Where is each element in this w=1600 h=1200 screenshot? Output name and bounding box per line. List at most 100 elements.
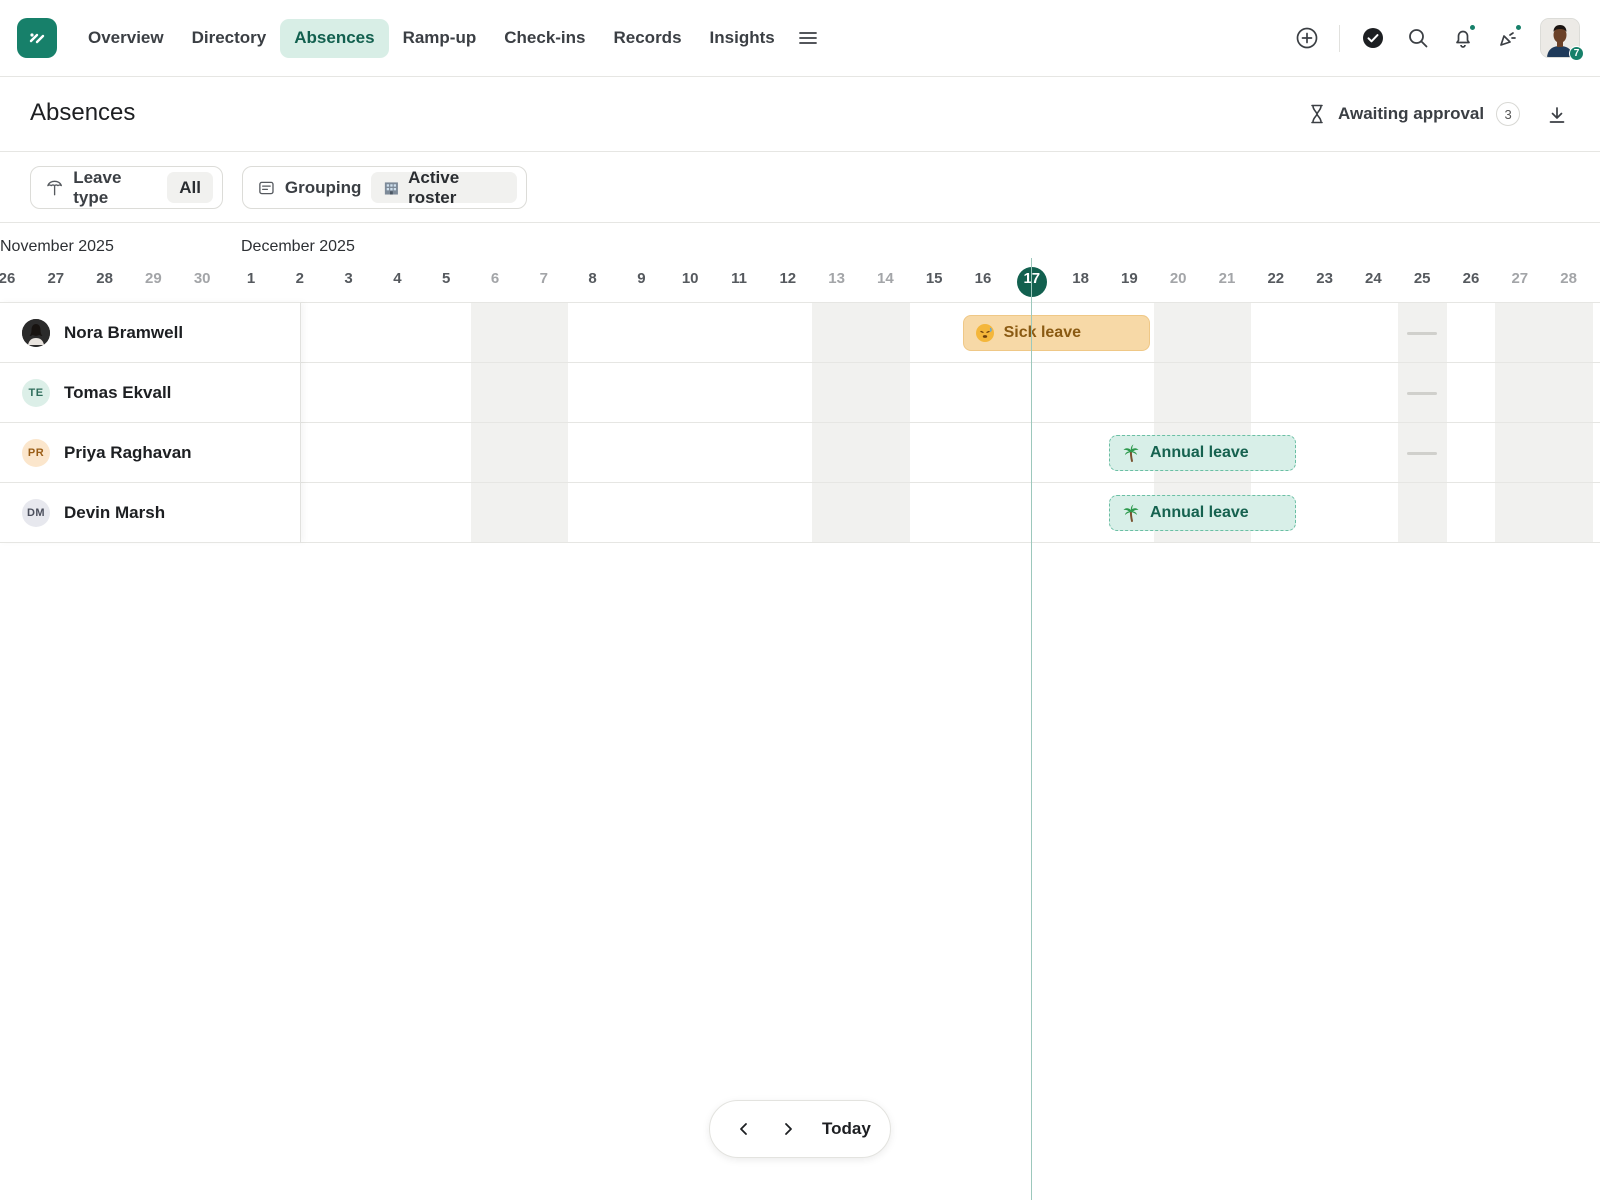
add-circle-icon[interactable] [1290,21,1324,55]
day-label[interactable]: 19 [1105,270,1154,287]
day-label[interactable]: 22 [1252,270,1301,287]
holiday-marker [1407,332,1438,335]
day-label[interactable]: 25 [1398,270,1447,287]
holiday-marker [1407,392,1438,395]
awaiting-approval-count: 3 [1496,102,1521,126]
umbrella-icon [47,180,62,195]
leave-label: Sick leave [1003,324,1081,341]
grouping-label: Grouping [284,177,362,197]
person-row[interactable]: PR Priya Raghavan [0,423,300,483]
day-label[interactable]: 28 [80,270,129,287]
download-icon[interactable] [1540,100,1574,130]
nav-item-insights[interactable]: Insights [696,19,789,58]
profile-avatar[interactable]: 7 [1540,18,1584,61]
building-icon [385,181,399,195]
day-label[interactable]: 5 [422,270,471,287]
day-label[interactable]: 18 [1056,270,1105,287]
today-button[interactable]: Today [822,1119,871,1139]
hamburger-icon[interactable] [789,19,827,58]
avatar: PR [22,438,50,467]
check-circle-icon[interactable] [1356,21,1390,55]
main-nav: Overview Directory Absences Ramp-up Check-in… [74,18,827,58]
leave-type-label: Leave type [73,167,122,207]
day-label[interactable]: 13 [812,270,861,287]
grouping-icon [259,181,274,194]
person-row[interactable]: DM Devin Marsh [0,483,300,543]
month-header: November 2025 December 2025 [0,238,1600,260]
day-label[interactable]: 26 [0,270,31,287]
day-label[interactable]: 24 [1349,270,1398,287]
person-name: Tomas Ekvall [64,382,172,402]
app-logo[interactable] [17,18,57,58]
announcement-dot [1515,24,1522,31]
annual-leave-block[interactable]: Annual leave [1109,495,1297,531]
annual-leave-block[interactable]: Annual leave [1109,435,1297,471]
day-label[interactable]: 29 [129,270,178,287]
day-label[interactable]: 12 [764,270,813,287]
awaiting-approval-label: Awaiting approval [1338,104,1485,123]
day-label[interactable]: 1 [227,270,276,287]
person-name: Nora Bramwell [64,322,184,342]
awaiting-approval-button[interactable]: Awaiting approval 3 [1310,100,1521,128]
day-label[interactable]: 7 [520,270,569,287]
avatar [22,318,50,347]
user-photo-icon [22,318,50,347]
nav-item-check-ins[interactable]: Check-ins [490,19,599,58]
month-label: December 2025 [241,238,355,255]
day-label[interactable]: 23 [1300,270,1349,287]
day-label[interactable]: 3 [324,270,373,287]
filter-bar: Leave type All Grouping Active roster [0,152,1600,223]
day-label[interactable]: 9 [617,270,666,287]
page-title: Absences [30,99,136,126]
day-label[interactable]: 6 [471,270,520,287]
notification-dot [1469,24,1476,31]
sick-leave-block[interactable]: Sick leave [962,315,1150,351]
bell-icon[interactable] [1446,21,1480,55]
announcement-icon[interactable] [1491,21,1525,55]
leave-type-value: All [167,172,213,203]
nav-item-absences[interactable]: Absences [280,18,389,58]
profile-badge: 7 [1569,46,1584,61]
nav-item-overview[interactable]: Overview [74,19,178,58]
day-label[interactable]: 4 [373,270,422,287]
search-icon[interactable] [1401,21,1435,55]
date-pager: Today [709,1100,891,1158]
person-name: Devin Marsh [64,502,166,522]
person-row[interactable]: TE Tomas Ekvall [0,363,300,423]
holiday-marker [1407,452,1438,455]
sick-face-icon [974,322,996,344]
chevron-right-icon[interactable] [770,1111,806,1147]
day-label[interactable]: 11 [715,270,764,287]
grouping-filter[interactable]: Grouping Active roster [242,166,527,209]
person-row[interactable]: Nora Bramwell [0,303,300,363]
person-name: Priya Raghavan [64,442,192,462]
day-label[interactable]: 26 [1447,270,1496,287]
nav-item-directory[interactable]: Directory [178,19,281,58]
nav-item-records[interactable]: Records [600,19,696,58]
nav-item-ramp-up[interactable]: Ramp-up [389,19,491,58]
day-label[interactable]: 8 [568,270,617,287]
grouping-value: Active roster [371,168,517,207]
day-label[interactable]: 27 [1496,270,1545,287]
day-label[interactable]: 14 [861,270,910,287]
hourglass-icon [1311,104,1323,124]
chevron-left-icon[interactable] [726,1111,762,1147]
day-header: 2627282930123456789101112131415161718192… [0,262,1600,302]
day-label[interactable]: 21 [1203,270,1252,287]
day-label[interactable]: 16 [959,270,1008,287]
day-label[interactable]: 30 [178,270,227,287]
today-marker-line [1031,258,1032,1200]
people-list: Nora Bramwell TE Tomas Ekvall PR Priya Ragha… [0,302,301,543]
day-label[interactable]: 20 [1154,270,1203,287]
avatar: TE [22,378,50,407]
day-label[interactable]: 27 [32,270,81,287]
day-label[interactable]: 10 [666,270,715,287]
top-navigation-bar: Overview Directory Absences Ramp-up Check-in… [0,0,1600,77]
day-label[interactable]: 15 [910,270,959,287]
day-label[interactable]: 28 [1544,270,1593,287]
logo-icon [29,33,45,44]
leave-label: Annual leave [1150,504,1249,521]
leave-type-filter[interactable]: Leave type All [30,166,223,209]
grouping-value-label: Active roster [408,167,460,207]
day-label[interactable]: 2 [276,270,325,287]
